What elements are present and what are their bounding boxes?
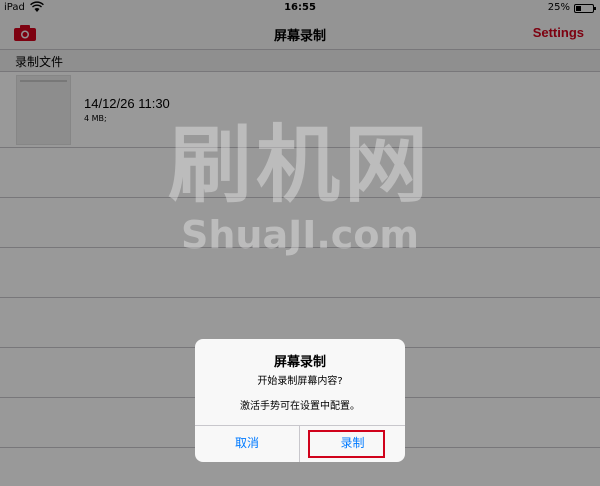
alert-message: 开始录制屏幕内容? xyxy=(257,376,343,387)
watermark: 刷机网 ShuaJI.com xyxy=(150,115,450,255)
alert-title: 屏幕录制 xyxy=(273,355,326,370)
watermark-chinese: 刷机网 xyxy=(167,116,432,214)
alert-hint: 激活手势可在设置中配置。 xyxy=(240,401,360,412)
highlight-box xyxy=(308,430,385,458)
alert-button-row: 取消 录制 xyxy=(195,425,405,462)
alert-dialog: 屏幕录制 开始录制屏幕内容? 激活手势可在设置中配置。 取消 录制 xyxy=(195,339,405,462)
cancel-button[interactable]: 取消 xyxy=(195,426,300,462)
watermark-domain: ShuaJI.com xyxy=(180,213,420,257)
